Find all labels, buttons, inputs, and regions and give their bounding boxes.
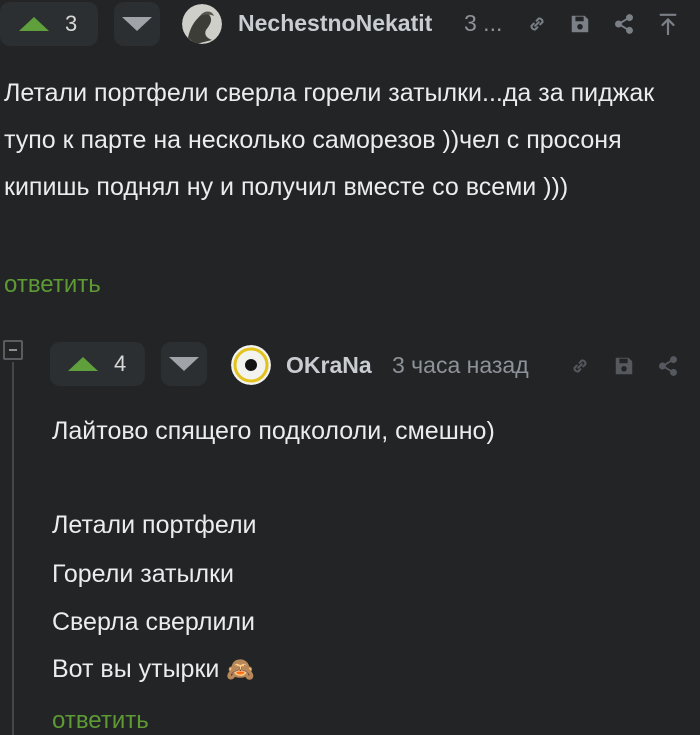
username[interactable]: OKraNa [286,352,372,379]
downvote-arrow-icon [169,357,199,371]
save-icon[interactable] [613,355,635,382]
thread-line[interactable] [12,362,14,735]
comment-line-with-emoji: Вот вы утырки 🙈 [52,650,255,688]
share-icon[interactable] [613,13,635,40]
comment-score: 3 [65,11,78,36]
downvote-arrow-icon [122,17,152,31]
upvote-arrow-icon [68,357,98,371]
downvote-button[interactable] [161,342,207,386]
upvote-button[interactable]: 4 [50,342,145,386]
link-icon[interactable] [526,13,548,40]
avatar[interactable] [231,345,271,385]
avatar[interactable] [182,4,222,44]
see-no-evil-monkey-emoji: 🙈 [226,656,255,682]
comment-line: Летали портфели [52,511,257,539]
save-icon[interactable] [569,13,591,40]
downvote-button[interactable] [114,2,160,46]
comment-line: Лайтово спящего подкололи, смешно) [52,417,495,445]
collapse-thread-button[interactable] [3,340,23,360]
upvote-arrow-icon [19,17,49,31]
comment-line: Горели затылки [52,560,234,588]
reply-link[interactable]: ответить [4,271,101,299]
comment-text: Летали портфели сверла горели затылки...… [4,79,655,201]
scroll-to-top-icon[interactable] [657,12,679,41]
comment-line: Сверла сверлили [52,608,256,636]
comment-score: 4 [114,351,127,376]
reply-link[interactable]: ответить [52,707,149,735]
upvote-button[interactable]: 3 [0,2,98,46]
share-icon[interactable] [657,355,679,382]
link-icon[interactable] [569,355,591,382]
comment-time: 3 ... [464,10,503,36]
comment-line: Вот вы утырки [52,655,220,683]
username[interactable]: NechestnoNekatit [238,10,432,37]
comment-time: 3 часа назад [392,352,529,378]
